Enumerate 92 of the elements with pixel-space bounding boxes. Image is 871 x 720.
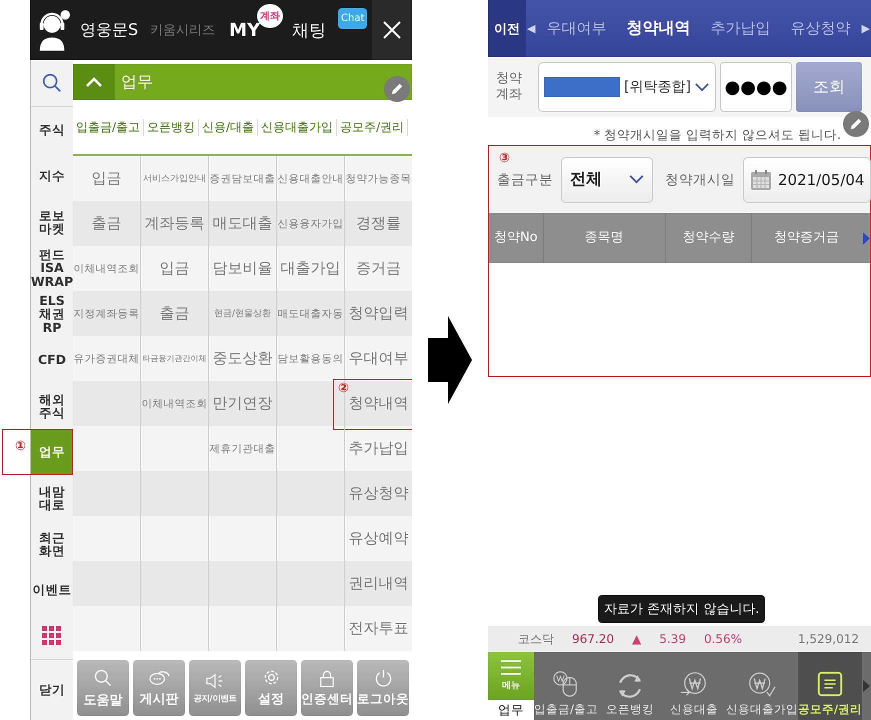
- index-change: 5.39: [659, 632, 686, 646]
- search-icon: [41, 72, 63, 94]
- toolbar-button[interactable]: 공지/이벤트: [189, 660, 241, 716]
- start-date-label: 청약개시일: [665, 170, 735, 188]
- withdraw-type-label: 출금구분: [497, 170, 553, 188]
- menu-item[interactable]: 전자투표: [345, 606, 412, 651]
- category-tab[interactable]: 신용대출가입: [258, 118, 338, 136]
- index-value: 967.20: [572, 632, 614, 646]
- toolbar-label: 로그아웃: [357, 690, 409, 708]
- category-tab[interactable]: 입출금/출고: [73, 118, 144, 136]
- bottom-nav-item[interactable]: 오픈뱅킹: [598, 652, 662, 720]
- bottom-nav-label: 오픈뱅킹: [606, 702, 654, 717]
- notepad-icon: [816, 670, 844, 698]
- sidebar-item[interactable]: 업무: [31, 429, 73, 476]
- pencil-icon: [390, 82, 404, 96]
- scroll-right-icon[interactable]: [863, 232, 870, 244]
- chat-badge: Chat: [338, 8, 368, 29]
- toolbar-label: 설정: [258, 691, 284, 708]
- dropdown-value: 전체: [570, 169, 602, 190]
- trade-volume: 1,529,012: [798, 632, 859, 646]
- edit-button[interactable]: [843, 111, 869, 137]
- password-field[interactable]: ●●●●: [720, 62, 792, 112]
- won-coin-arrow-icon: [680, 670, 708, 698]
- date-value: 2021/05/04: [778, 170, 864, 188]
- index-name: 코스닥: [518, 630, 554, 648]
- date-field[interactable]: 2021/05/04: [743, 156, 871, 202]
- bottom-nav-label: 공모주/권리: [798, 702, 862, 717]
- next-arrow[interactable]: ▶: [861, 22, 870, 35]
- power-icon: [374, 668, 392, 688]
- change-rate: 0.56%: [704, 632, 742, 646]
- bottom-nav-label: 입출금/출고: [534, 702, 598, 717]
- chat-button[interactable]: 채팅: [292, 18, 326, 42]
- right-arrow-icon: [428, 316, 472, 404]
- category-tab[interactable]: 오픈뱅킹: [144, 118, 200, 136]
- toolbar-button[interactable]: 인증센터: [301, 660, 353, 716]
- menu-button[interactable]: 메뉴: [488, 652, 534, 700]
- chevron-down-icon: [629, 175, 644, 184]
- category-tab[interactable]: 신용/대출: [199, 118, 258, 136]
- chevron-up-icon: [86, 77, 102, 87]
- chat-bubbles-icon: [148, 668, 170, 686]
- won-coin-check-icon: [747, 670, 776, 698]
- close-icon: [382, 20, 402, 40]
- toolbar-button[interactable]: 게시판: [133, 660, 185, 716]
- section-title: 업무: [121, 72, 153, 92]
- account-type: [위탁종합]: [624, 78, 691, 96]
- section-header[interactable]: 업무: [73, 64, 412, 100]
- note-text: * 청약개시일을 입력하지 않으셔도 됩니다.: [594, 127, 841, 144]
- screen-tab[interactable]: 청약내역: [616, 18, 700, 39]
- toolbar-label: 게시판: [140, 690, 178, 708]
- toolbar-label: 도움말: [84, 692, 122, 708]
- series-link[interactable]: 키움시리즈: [150, 21, 216, 39]
- bottom-nav-item[interactable]: 신용대출가입: [726, 652, 798, 720]
- refresh-arrows-icon: [618, 674, 642, 698]
- back-button[interactable]: 이전: [488, 0, 526, 57]
- bottom-nav-item[interactable]: 신용대출: [662, 652, 726, 720]
- screen-tab[interactable]: 우대여부: [536, 19, 616, 38]
- toolbar-button[interactable]: 로그아웃: [357, 660, 409, 716]
- current-category: 업무: [488, 700, 534, 720]
- calendar-icon: [750, 168, 772, 190]
- query-button[interactable]: 조회: [796, 62, 862, 112]
- menu-icon: [501, 660, 521, 675]
- grid-icon: [42, 626, 62, 646]
- screen-tab[interactable]: 추가납입: [700, 19, 780, 38]
- mouse-won-icon: [552, 670, 580, 698]
- column-header: 청약증거금: [772, 229, 840, 247]
- collapse-button[interactable]: [73, 64, 115, 100]
- callout-number: ①: [15, 440, 26, 453]
- toolbar-button[interactable]: 설정: [245, 660, 297, 716]
- settings-icon: [262, 668, 280, 687]
- toolbar-button[interactable]: 도움말: [77, 660, 129, 716]
- bottom-nav-item[interactable]: 입출금/출고: [534, 652, 598, 720]
- change-direction: ▲: [632, 632, 642, 646]
- search-icon: [93, 668, 113, 688]
- app-name: 영웅문S: [80, 20, 138, 40]
- prev-arrow[interactable]: ◀: [527, 22, 536, 35]
- screen-tab[interactable]: 유상청약: [780, 19, 860, 38]
- withdraw-type-dropdown[interactable]: 전체: [561, 156, 653, 202]
- menu-label: 메뉴: [502, 680, 520, 692]
- lock-icon: [319, 668, 335, 688]
- bottom-nav-item[interactable]: 공모주/권리: [798, 652, 862, 720]
- bottom-nav-label: 신용대출: [670, 702, 718, 717]
- account-label: 청약 계좌: [496, 71, 523, 103]
- toolbar-label: 인증센터: [301, 690, 353, 708]
- category-tab[interactable]: 공모주/권리: [337, 118, 408, 136]
- account-dropdown[interactable]: [위탁종합]: [538, 62, 716, 112]
- speaker-icon: [205, 672, 225, 690]
- chevron-down-icon: [694, 82, 709, 92]
- message-toast: 자료가 존재하지 않습니다.: [598, 595, 766, 623]
- toolbar-label: 공지/이벤트: [193, 693, 237, 704]
- bottom-nav-label: 신용대출가입: [726, 702, 798, 717]
- close-button[interactable]: [372, 0, 412, 60]
- callout-number: ③: [499, 152, 510, 165]
